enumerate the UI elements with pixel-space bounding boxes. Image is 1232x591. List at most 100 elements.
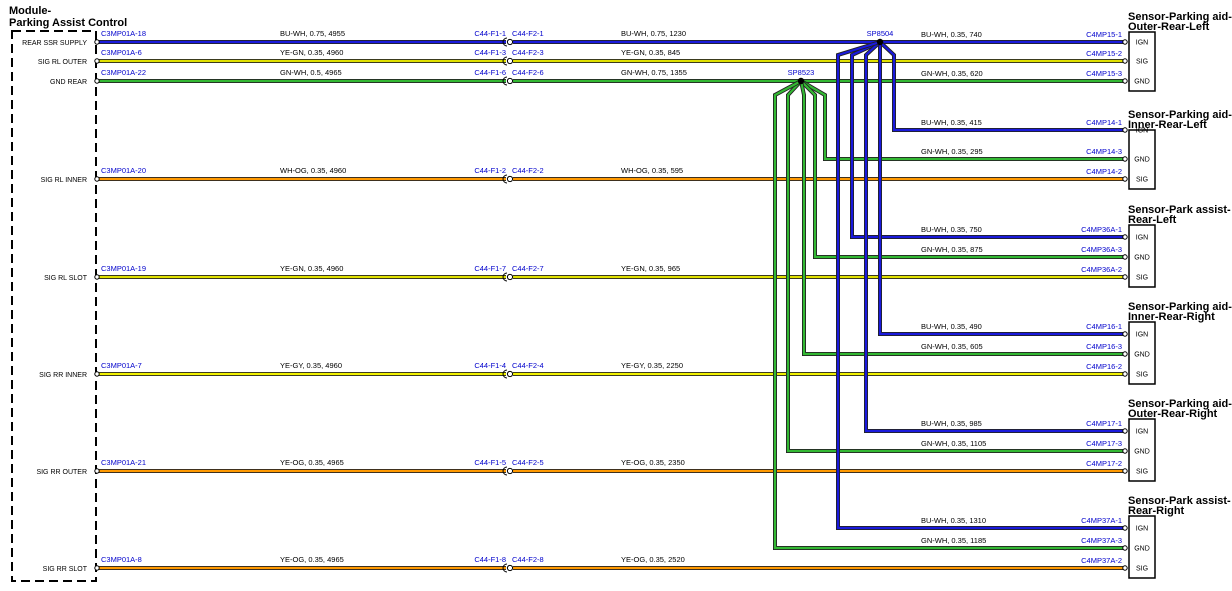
- labels-layer: Module-Parking Assist Control REAR SSR SU…: [9, 5, 1232, 573]
- sensor-terminal: [1122, 78, 1128, 84]
- sensor-pin-label: GND: [1134, 449, 1150, 456]
- sensor-wire-spec: BU-WH, 0.35, 740: [921, 30, 982, 39]
- left-wire-spec: YE-OG, 0.35, 4965: [280, 458, 344, 467]
- sensor-connector-label: C4MP14-1: [1086, 118, 1122, 127]
- sensor-terminal: [1122, 156, 1128, 162]
- module-title-line2: Parking Assist Control: [9, 17, 127, 29]
- left-connector-label: C3MP01A-8: [101, 555, 142, 564]
- sensor-terminal: [1122, 176, 1128, 182]
- right-wire-spec: YE-OG, 0.35, 2350: [621, 458, 685, 467]
- sensor-connector-label: C4MP37A-3: [1081, 536, 1122, 545]
- splice-dot-sp8523: [797, 77, 805, 85]
- sensor-connector-label: C4MP37A-1: [1081, 516, 1122, 525]
- sensor-terminal: [1122, 127, 1128, 133]
- inline-connector-b-label: C44-F2-5: [512, 458, 544, 467]
- sensor-connector-label: C4MP17-3: [1086, 439, 1122, 448]
- module-pin-label: SIG RR OUTER: [36, 469, 87, 476]
- inline-connector-dot: [506, 175, 514, 183]
- inline-connector-b-label: C44-F2-6: [512, 68, 544, 77]
- sensor-wire-spec: GN-WH, 0.35, 605: [921, 342, 983, 351]
- module-terminal: [94, 39, 100, 45]
- inline-connector-dot: [506, 273, 514, 281]
- module-terminal: [94, 371, 100, 377]
- module-terminal: [94, 176, 100, 182]
- sensor-pin-label: SIG: [1136, 372, 1148, 379]
- sensor-terminal: [1122, 234, 1128, 240]
- sensor-pin-label: SIG: [1136, 275, 1148, 282]
- sensor-pin-label: IGN: [1136, 429, 1148, 436]
- inline-connector-a-label: C44-F1-7: [474, 264, 506, 273]
- left-wire-spec: YE-GY, 0.35, 4960: [280, 361, 342, 370]
- inline-connector-b-label: C44-F2-4: [512, 361, 544, 370]
- sensor-wire-spec: BU-WH, 0.35, 1310: [921, 516, 986, 525]
- sensor-connector-label: C4MP14-3: [1086, 147, 1122, 156]
- right-wire-spec: WH-OG, 0.35, 595: [621, 166, 683, 175]
- sensor-connector-label: C4MP36A-2: [1081, 265, 1122, 274]
- inline-connector-a-label: C44-F1-8: [474, 555, 506, 564]
- sensor-pin-label: GND: [1134, 157, 1150, 164]
- inline-connector-a-label: C44-F1-2: [474, 166, 506, 175]
- right-wire-spec: YE-GN, 0.35, 965: [621, 264, 680, 273]
- right-wire-spec: YE-GN, 0.35, 845: [621, 48, 680, 57]
- sensor-terminal: [1122, 545, 1128, 551]
- module-title-line1: Module-: [9, 5, 51, 17]
- module-pin-label: REAR SSR SUPPLY: [22, 40, 87, 47]
- right-wire-spec: BU-WH, 0.75, 1230: [621, 29, 686, 38]
- sensor-title-line2: Inner-Rear-Right: [1128, 311, 1215, 323]
- sensor-connector-label: C4MP15-1: [1086, 30, 1122, 39]
- left-wire-spec: GN-WH, 0.5, 4965: [280, 68, 342, 77]
- left-wire-spec: YE-GN, 0.35, 4960: [280, 264, 343, 273]
- left-connector-label: C3MP01A-22: [101, 68, 146, 77]
- inline-connector-b-label: C44-F2-7: [512, 264, 544, 273]
- inline-connector-dot: [506, 564, 514, 572]
- sensor-terminal: [1122, 468, 1128, 474]
- module-pin-label: SIG RL INNER: [41, 177, 87, 184]
- sensor-wire-spec: GN-WH, 0.35, 1185: [921, 536, 986, 545]
- module-terminal: [94, 58, 100, 64]
- sensor-pin-label: IGN: [1136, 128, 1148, 135]
- bu-wh-branch: [878, 42, 1125, 336]
- sensor-pin-label: GND: [1134, 352, 1150, 359]
- sensor-pin-label: IGN: [1136, 332, 1148, 339]
- sensor-title-line2: Rear-Right: [1128, 505, 1185, 517]
- inline-connector-a-label: C44-F1-6: [474, 68, 506, 77]
- inline-connector-a-label: C44-F1-4: [474, 361, 506, 370]
- left-wire-spec: YE-OG, 0.35, 4965: [280, 555, 344, 564]
- module-pin-label: GND REAR: [50, 79, 87, 86]
- sensor-connector-label: C4MP14-2: [1086, 167, 1122, 176]
- sensor-terminal: [1122, 39, 1128, 45]
- parts-layer: [11, 30, 1156, 582]
- module-terminal: [94, 468, 100, 474]
- module-pin-label: SIG RR SLOT: [43, 566, 88, 573]
- module-pin-label: SIG RL OUTER: [38, 59, 87, 66]
- splice-dot-sp8504: [876, 38, 884, 46]
- sensor-terminal: [1122, 58, 1128, 64]
- module-terminal: [94, 565, 100, 571]
- sensor-terminal: [1122, 565, 1128, 571]
- sensor-connector-label: C4MP37A-2: [1081, 556, 1122, 565]
- sensor-connector-label: C4MP17-2: [1086, 459, 1122, 468]
- sensor-pin-label: GND: [1134, 255, 1150, 262]
- splice-label-sp8523: SP8523: [788, 68, 815, 77]
- sensor-terminal: [1122, 254, 1128, 260]
- module-box: [11, 30, 97, 582]
- module-terminal: [94, 274, 100, 280]
- left-wire-spec: WH-OG, 0.35, 4960: [280, 166, 346, 175]
- sensor-terminal: [1122, 331, 1128, 337]
- sensor-terminal: [1122, 448, 1128, 454]
- sensor-connector-label: C4MP15-2: [1086, 49, 1122, 58]
- sensor-terminal: [1122, 525, 1128, 531]
- wiring-diagram: Module-Parking Assist Control REAR SSR SU…: [9, 5, 1232, 582]
- inline-connector-b-label: C44-F2-8: [512, 555, 544, 564]
- sensor-wire-spec: BU-WH, 0.35, 750: [921, 225, 982, 234]
- sensor-pin-label: IGN: [1136, 40, 1148, 47]
- sensor-connector-label: C4MP16-2: [1086, 362, 1122, 371]
- sensor-terminal: [1122, 274, 1128, 280]
- sensor-wire-spec: GN-WH, 0.35, 1105: [921, 439, 986, 448]
- sensor-pin-label: SIG: [1136, 469, 1148, 476]
- sensor-terminal: [1122, 371, 1128, 377]
- inline-connector-dot: [506, 77, 514, 85]
- sensor-wire-spec: GN-WH, 0.35, 875: [921, 245, 983, 254]
- sensor-connector-label: C4MP16-1: [1086, 322, 1122, 331]
- inline-connector-a-label: C44-F1-1: [474, 29, 506, 38]
